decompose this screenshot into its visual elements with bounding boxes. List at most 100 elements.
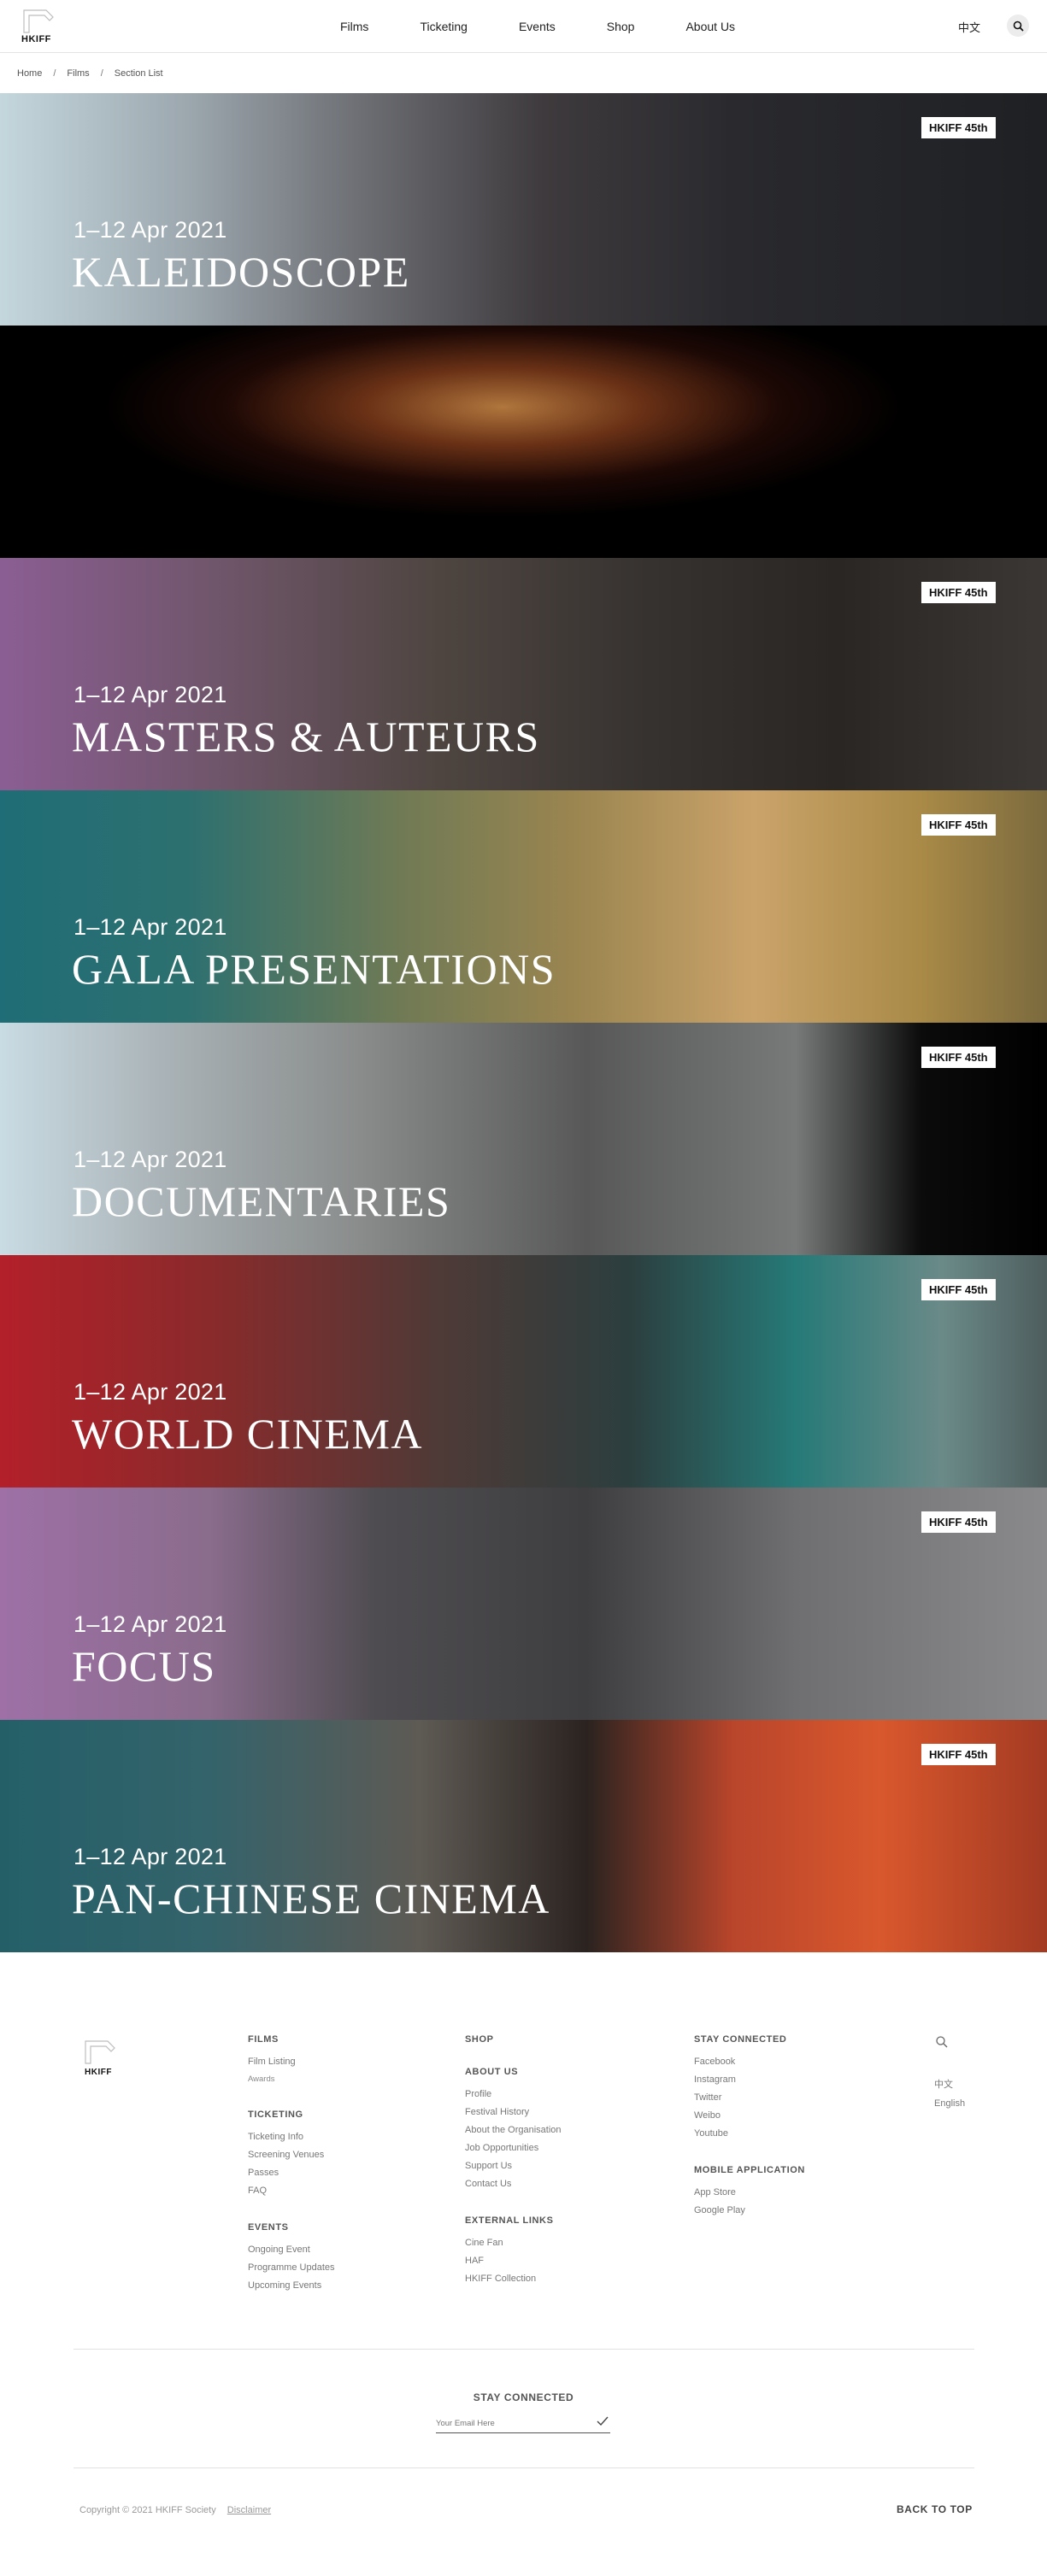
section-banner-focus[interactable]: HKIFF 45th 1–12 Apr 2021 FOCUS [0, 1488, 1047, 1720]
section-banner-untitled[interactable] [0, 326, 1047, 558]
footer-link-google-play[interactable]: Google Play [694, 2202, 805, 2220]
breadcrumb-films[interactable]: Films [67, 68, 89, 79]
checkmark-icon[interactable] [597, 2416, 609, 2426]
festival-badge: HKIFF 45th [921, 1279, 996, 1300]
footer-link-support-us[interactable]: Support Us [465, 2157, 562, 2175]
footer-link-cine-fan[interactable]: Cine Fan [465, 2234, 562, 2252]
breadcrumb: Home / Films / Section List [0, 53, 1047, 93]
nav-ticketing[interactable]: Ticketing [420, 20, 468, 33]
language-switch[interactable]: 中文 [958, 19, 980, 35]
footer-link-passes[interactable]: Passes [248, 2164, 335, 2182]
back-to-top-button[interactable]: BACK TO TOP [897, 2503, 973, 2515]
footer-link-festival-history[interactable]: Festival History [465, 2104, 562, 2121]
section-date: 1–12 Apr 2021 [74, 1379, 227, 1405]
section-banner-gala-presentations[interactable]: HKIFF 45th 1–12 Apr 2021 GALA PRESENTATI… [0, 790, 1047, 1023]
search-icon[interactable] [935, 2035, 949, 2049]
footer-link-upcoming-events[interactable]: Upcoming Events [248, 2277, 335, 2295]
section-title: DOCUMENTARIES [72, 1177, 451, 1225]
festival-badge: HKIFF 45th [921, 1511, 996, 1533]
section-title: GALA PRESENTATIONS [72, 945, 556, 993]
breadcrumb-home[interactable]: Home [17, 68, 42, 79]
search-button[interactable] [1007, 15, 1029, 37]
newsletter-heading: STAY CONNECTED [473, 2391, 574, 2403]
footer-lang-english[interactable]: English [934, 2094, 965, 2113]
section-banner-documentaries[interactable]: HKIFF 45th 1–12 Apr 2021 DOCUMENTARIES [0, 1023, 1047, 1255]
footer-link-haf[interactable]: HAF [465, 2252, 562, 2270]
nav-shop[interactable]: Shop [607, 20, 635, 33]
breadcrumb-separator: / [53, 67, 56, 79]
newsletter-email-input[interactable] [436, 2415, 586, 2428]
section-banner-pan-chinese-cinema[interactable]: HKIFF 45th 1–12 Apr 2021 PAN-CHINESE CIN… [0, 1720, 1047, 1952]
festival-badge: HKIFF 45th [921, 1744, 996, 1765]
footer-logo-text[interactable]: HKIFF [85, 2068, 112, 2077]
site-footer: HKIFF FILMS Film Listing Awards TICKETIN… [0, 1952, 1047, 2566]
section-date: 1–12 Apr 2021 [74, 914, 227, 940]
footer-col-shop-about: SHOP ABOUT US Profile Festival History A… [465, 2034, 562, 2288]
nav-events[interactable]: Events [519, 20, 556, 33]
footer-link-youtube[interactable]: Youtube [694, 2125, 805, 2143]
section-title: KALEIDOSCOPE [72, 248, 410, 296]
section-list: HKIFF 45th 1–12 Apr 2021 KALEIDOSCOPE HK… [0, 93, 1047, 1952]
section-title: MASTERS & AUTEURS [72, 713, 540, 760]
footer-link-ticketing-info[interactable]: Ticketing Info [248, 2128, 335, 2146]
footer-link-job-opportunities[interactable]: Job Opportunities [465, 2139, 562, 2157]
festival-badge: HKIFF 45th [921, 1047, 996, 1068]
footer-link-facebook[interactable]: Facebook [694, 2053, 805, 2071]
footer-link-awards[interactable]: Awards [248, 2071, 335, 2087]
section-title: WORLD CINEMA [72, 1410, 424, 1458]
footer-link-instagram[interactable]: Instagram [694, 2071, 805, 2089]
footer-link-film-listing[interactable]: Film Listing [248, 2053, 335, 2071]
footer-language-list: 中文 English [934, 2075, 965, 2113]
footer-heading-about-us[interactable]: ABOUT US [465, 2067, 562, 2077]
section-title: FOCUS [72, 1642, 216, 1690]
footer-heading-mobile-app[interactable]: MOBILE APPLICATION [694, 2165, 805, 2175]
copyright: Copyright © 2021 HKIFF Society Disclaime… [79, 2505, 271, 2515]
footer-divider [74, 2349, 974, 2350]
site-header: HKIFF Films Ticketing Events Shop About … [0, 0, 1047, 53]
section-title: PAN-CHINESE CINEMA [72, 1875, 550, 1922]
disclaimer-link[interactable]: Disclaimer [227, 2505, 271, 2515]
nav-films[interactable]: Films [340, 20, 368, 33]
footer-link-app-store[interactable]: App Store [694, 2184, 805, 2202]
footer-link-programme-updates[interactable]: Programme Updates [248, 2259, 335, 2277]
footer-heading-films[interactable]: FILMS [248, 2034, 335, 2045]
footer-link-contact-us[interactable]: Contact Us [465, 2175, 562, 2193]
footer-link-twitter[interactable]: Twitter [694, 2089, 805, 2107]
festival-badge: HKIFF 45th [921, 117, 996, 138]
footer-col-social: STAY CONNECTED Facebook Instagram Twitte… [694, 2034, 805, 2220]
newsletter-form [436, 2415, 610, 2433]
section-date: 1–12 Apr 2021 [74, 1611, 227, 1637]
section-banner-masters-auteurs[interactable]: HKIFF 45th 1–12 Apr 2021 MASTERS & AUTEU… [0, 558, 1047, 790]
footer-link-profile[interactable]: Profile [465, 2086, 562, 2104]
footer-link-screening-venues[interactable]: Screening Venues [248, 2146, 335, 2164]
breadcrumb-separator: / [100, 67, 103, 79]
section-date: 1–12 Apr 2021 [74, 1147, 227, 1172]
breadcrumb-current: Section List [114, 67, 163, 79]
section-banner-kaleidoscope[interactable]: HKIFF 45th 1–12 Apr 2021 KALEIDOSCOPE [0, 93, 1047, 326]
section-date: 1–12 Apr 2021 [74, 1844, 227, 1869]
banner-image [0, 326, 1047, 558]
footer-link-about-organisation[interactable]: About the Organisation [465, 2121, 562, 2139]
festival-badge: HKIFF 45th [921, 582, 996, 603]
footer-heading-shop[interactable]: SHOP [465, 2034, 562, 2045]
footer-heading-external-links[interactable]: EXTERNAL LINKS [465, 2215, 562, 2226]
footer-heading-ticketing[interactable]: TICKETING [248, 2110, 335, 2120]
section-date: 1–12 Apr 2021 [74, 682, 227, 707]
section-date: 1–12 Apr 2021 [74, 217, 227, 243]
main-nav: Films Ticketing Events Shop About Us [340, 0, 786, 53]
footer-link-weibo[interactable]: Weibo [694, 2107, 805, 2125]
footer-heading-events[interactable]: EVENTS [248, 2222, 335, 2233]
footer-lang-chinese[interactable]: 中文 [934, 2075, 965, 2094]
nav-about-us[interactable]: About Us [685, 20, 735, 33]
search-icon [1013, 21, 1024, 32]
footer-col-films: FILMS Film Listing Awards TICKETING Tick… [248, 2034, 335, 2295]
section-banner-world-cinema[interactable]: HKIFF 45th 1–12 Apr 2021 WORLD CINEMA [0, 1255, 1047, 1488]
footer-link-ongoing-event[interactable]: Ongoing Event [248, 2241, 335, 2259]
footer-link-hkiff-collection[interactable]: HKIFF Collection [465, 2270, 562, 2288]
festival-badge: HKIFF 45th [921, 814, 996, 836]
logo-text[interactable]: HKIFF [21, 34, 51, 44]
footer-heading-stay-connected[interactable]: STAY CONNECTED [694, 2034, 805, 2045]
footer-divider [74, 2467, 974, 2468]
copyright-text: Copyright © 2021 HKIFF Society [79, 2505, 216, 2515]
footer-link-faq[interactable]: FAQ [248, 2182, 335, 2200]
